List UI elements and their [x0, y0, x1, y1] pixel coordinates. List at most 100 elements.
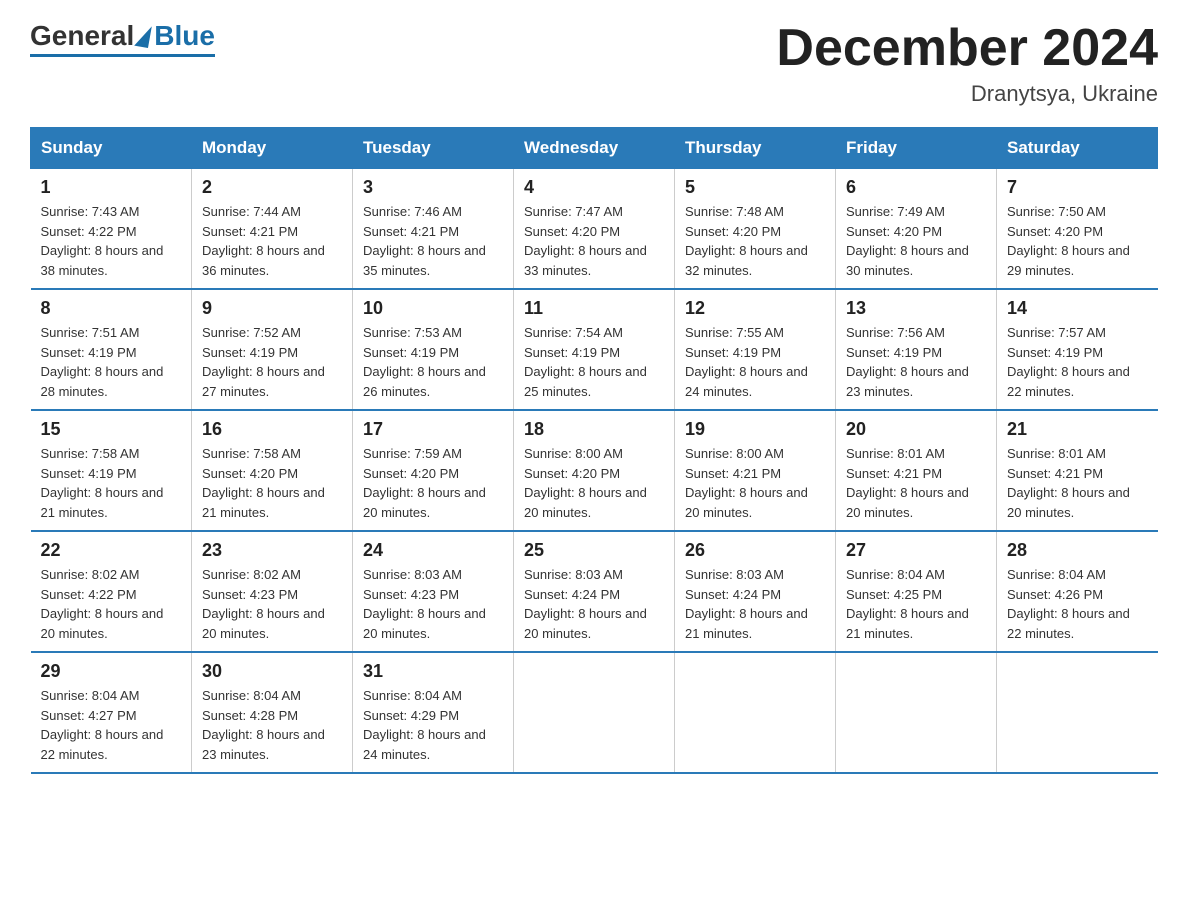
daylight-label: Daylight: 8 hours and 20 minutes. — [363, 485, 486, 520]
daylight-label: Daylight: 8 hours and 25 minutes. — [524, 364, 647, 399]
sunrise-label: Sunrise: 7:52 AM — [202, 325, 301, 340]
calendar-week-1: 1 Sunrise: 7:43 AM Sunset: 4:22 PM Dayli… — [31, 169, 1158, 290]
sunset-label: Sunset: 4:22 PM — [41, 224, 137, 239]
sunset-label: Sunset: 4:21 PM — [1007, 466, 1103, 481]
sunrise-label: Sunrise: 7:49 AM — [846, 204, 945, 219]
calendar-cell: 15 Sunrise: 7:58 AM Sunset: 4:19 PM Dayl… — [31, 410, 192, 531]
calendar-cell: 10 Sunrise: 7:53 AM Sunset: 4:19 PM Dayl… — [353, 289, 514, 410]
daylight-label: Daylight: 8 hours and 20 minutes. — [202, 606, 325, 641]
sunrise-label: Sunrise: 7:57 AM — [1007, 325, 1106, 340]
sunset-label: Sunset: 4:28 PM — [202, 708, 298, 723]
daylight-label: Daylight: 8 hours and 38 minutes. — [41, 243, 164, 278]
sunrise-label: Sunrise: 7:46 AM — [363, 204, 462, 219]
sunrise-label: Sunrise: 8:03 AM — [524, 567, 623, 582]
daylight-label: Daylight: 8 hours and 22 minutes. — [1007, 364, 1130, 399]
daylight-label: Daylight: 8 hours and 21 minutes. — [846, 606, 969, 641]
sunrise-label: Sunrise: 8:02 AM — [41, 567, 140, 582]
logo-text: General Blue — [30, 20, 215, 52]
sunset-label: Sunset: 4:20 PM — [524, 224, 620, 239]
daylight-label: Daylight: 8 hours and 27 minutes. — [202, 364, 325, 399]
day-number: 6 — [846, 177, 986, 198]
calendar-table: SundayMondayTuesdayWednesdayThursdayFrid… — [30, 127, 1158, 774]
daylight-label: Daylight: 8 hours and 22 minutes. — [41, 727, 164, 762]
weekday-header-saturday: Saturday — [997, 128, 1158, 169]
day-number: 10 — [363, 298, 503, 319]
daylight-label: Daylight: 8 hours and 21 minutes. — [202, 485, 325, 520]
day-info: Sunrise: 7:53 AM Sunset: 4:19 PM Dayligh… — [363, 323, 503, 401]
day-number: 1 — [41, 177, 182, 198]
day-info: Sunrise: 7:51 AM Sunset: 4:19 PM Dayligh… — [41, 323, 182, 401]
sunrise-label: Sunrise: 7:50 AM — [1007, 204, 1106, 219]
calendar-cell: 17 Sunrise: 7:59 AM Sunset: 4:20 PM Dayl… — [353, 410, 514, 531]
day-info: Sunrise: 7:54 AM Sunset: 4:19 PM Dayligh… — [524, 323, 664, 401]
calendar-cell: 19 Sunrise: 8:00 AM Sunset: 4:21 PM Dayl… — [675, 410, 836, 531]
sunset-label: Sunset: 4:20 PM — [846, 224, 942, 239]
day-info: Sunrise: 8:03 AM Sunset: 4:24 PM Dayligh… — [685, 565, 825, 643]
daylight-label: Daylight: 8 hours and 35 minutes. — [363, 243, 486, 278]
sunrise-label: Sunrise: 8:00 AM — [524, 446, 623, 461]
daylight-label: Daylight: 8 hours and 20 minutes. — [846, 485, 969, 520]
day-info: Sunrise: 8:01 AM Sunset: 4:21 PM Dayligh… — [1007, 444, 1148, 522]
page-header: General Blue December 2024 Dranytsya, Uk… — [30, 20, 1158, 107]
day-number: 16 — [202, 419, 342, 440]
day-number: 13 — [846, 298, 986, 319]
weekday-header-row: SundayMondayTuesdayWednesdayThursdayFrid… — [31, 128, 1158, 169]
day-number: 19 — [685, 419, 825, 440]
daylight-label: Daylight: 8 hours and 23 minutes. — [846, 364, 969, 399]
calendar-cell: 13 Sunrise: 7:56 AM Sunset: 4:19 PM Dayl… — [836, 289, 997, 410]
weekday-header-sunday: Sunday — [31, 128, 192, 169]
day-number: 12 — [685, 298, 825, 319]
calendar-cell: 18 Sunrise: 8:00 AM Sunset: 4:20 PM Dayl… — [514, 410, 675, 531]
sunset-label: Sunset: 4:21 PM — [846, 466, 942, 481]
day-number: 21 — [1007, 419, 1148, 440]
sunset-label: Sunset: 4:24 PM — [524, 587, 620, 602]
sunset-label: Sunset: 4:20 PM — [363, 466, 459, 481]
sunrise-label: Sunrise: 7:51 AM — [41, 325, 140, 340]
day-info: Sunrise: 8:04 AM Sunset: 4:28 PM Dayligh… — [202, 686, 342, 764]
sunrise-label: Sunrise: 8:04 AM — [202, 688, 301, 703]
sunrise-label: Sunrise: 8:03 AM — [363, 567, 462, 582]
sunrise-label: Sunrise: 7:55 AM — [685, 325, 784, 340]
day-info: Sunrise: 8:00 AM Sunset: 4:20 PM Dayligh… — [524, 444, 664, 522]
daylight-label: Daylight: 8 hours and 28 minutes. — [41, 364, 164, 399]
day-number: 26 — [685, 540, 825, 561]
daylight-label: Daylight: 8 hours and 20 minutes. — [363, 606, 486, 641]
day-number: 4 — [524, 177, 664, 198]
day-info: Sunrise: 8:03 AM Sunset: 4:24 PM Dayligh… — [524, 565, 664, 643]
day-number: 17 — [363, 419, 503, 440]
sunset-label: Sunset: 4:27 PM — [41, 708, 137, 723]
calendar-cell: 14 Sunrise: 7:57 AM Sunset: 4:19 PM Dayl… — [997, 289, 1158, 410]
logo: General Blue — [30, 20, 215, 57]
daylight-label: Daylight: 8 hours and 30 minutes. — [846, 243, 969, 278]
day-info: Sunrise: 7:56 AM Sunset: 4:19 PM Dayligh… — [846, 323, 986, 401]
day-info: Sunrise: 8:04 AM Sunset: 4:29 PM Dayligh… — [363, 686, 503, 764]
daylight-label: Daylight: 8 hours and 21 minutes. — [685, 606, 808, 641]
day-number: 30 — [202, 661, 342, 682]
day-info: Sunrise: 7:48 AM Sunset: 4:20 PM Dayligh… — [685, 202, 825, 280]
calendar-cell: 2 Sunrise: 7:44 AM Sunset: 4:21 PM Dayli… — [192, 169, 353, 290]
day-number: 2 — [202, 177, 342, 198]
calendar-cell: 12 Sunrise: 7:55 AM Sunset: 4:19 PM Dayl… — [675, 289, 836, 410]
day-info: Sunrise: 7:46 AM Sunset: 4:21 PM Dayligh… — [363, 202, 503, 280]
day-info: Sunrise: 8:04 AM Sunset: 4:25 PM Dayligh… — [846, 565, 986, 643]
day-number: 27 — [846, 540, 986, 561]
daylight-label: Daylight: 8 hours and 24 minutes. — [685, 364, 808, 399]
daylight-label: Daylight: 8 hours and 22 minutes. — [1007, 606, 1130, 641]
day-info: Sunrise: 7:49 AM Sunset: 4:20 PM Dayligh… — [846, 202, 986, 280]
day-number: 24 — [363, 540, 503, 561]
calendar-cell — [836, 652, 997, 773]
sunset-label: Sunset: 4:24 PM — [685, 587, 781, 602]
sunset-label: Sunset: 4:19 PM — [685, 345, 781, 360]
daylight-label: Daylight: 8 hours and 33 minutes. — [524, 243, 647, 278]
day-number: 29 — [41, 661, 182, 682]
sunset-label: Sunset: 4:23 PM — [202, 587, 298, 602]
month-title: December 2024 — [776, 20, 1158, 77]
calendar-cell: 22 Sunrise: 8:02 AM Sunset: 4:22 PM Dayl… — [31, 531, 192, 652]
logo-underline — [30, 54, 215, 57]
day-number: 9 — [202, 298, 342, 319]
calendar-week-4: 22 Sunrise: 8:02 AM Sunset: 4:22 PM Dayl… — [31, 531, 1158, 652]
calendar-cell: 30 Sunrise: 8:04 AM Sunset: 4:28 PM Dayl… — [192, 652, 353, 773]
calendar-week-3: 15 Sunrise: 7:58 AM Sunset: 4:19 PM Dayl… — [31, 410, 1158, 531]
calendar-cell: 27 Sunrise: 8:04 AM Sunset: 4:25 PM Dayl… — [836, 531, 997, 652]
day-number: 22 — [41, 540, 182, 561]
